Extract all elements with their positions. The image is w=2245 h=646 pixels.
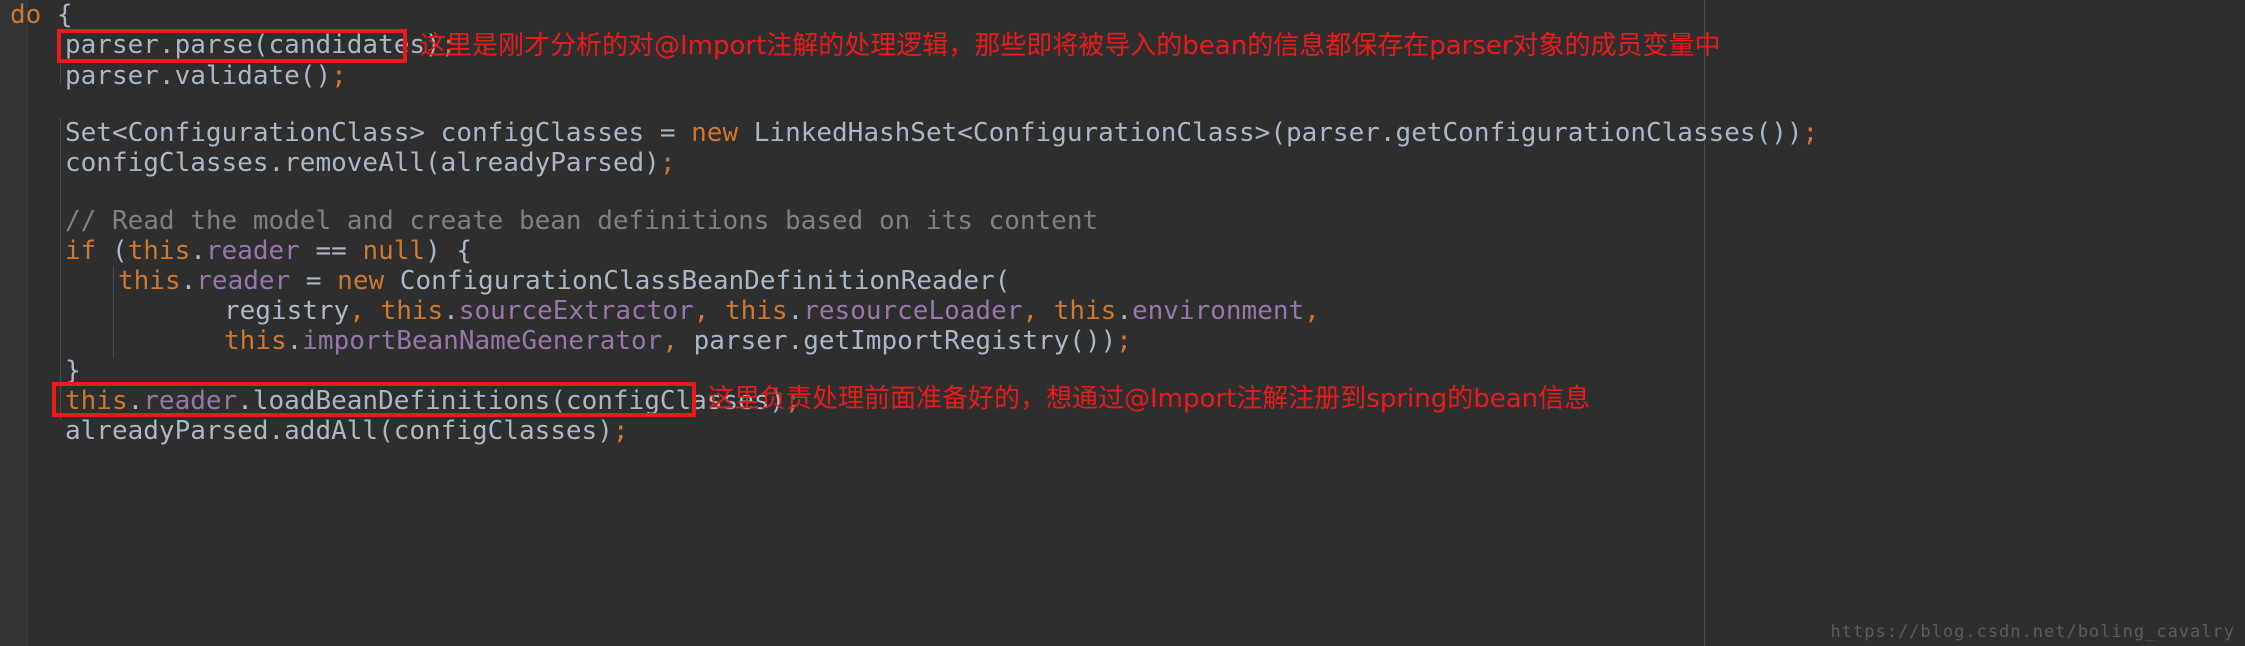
code-token: , bbox=[662, 326, 678, 356]
code-token: new bbox=[337, 266, 385, 296]
code-token: ; bbox=[331, 61, 347, 91]
code-token: . bbox=[443, 296, 459, 326]
code-token: . bbox=[127, 386, 144, 416]
code-token: this bbox=[65, 386, 128, 416]
code-token: . bbox=[158, 30, 175, 60]
code-token: do bbox=[10, 0, 42, 30]
code-token: .loadBeanDefinitions(configClasses) bbox=[237, 386, 786, 416]
code-token: this bbox=[224, 326, 287, 356]
code-token: , bbox=[693, 296, 710, 326]
code-token: // Read the model and create bean defini… bbox=[65, 206, 1099, 236]
code-line[interactable]: parser.parse(candidates); bbox=[0, 30, 456, 60]
code-token: , bbox=[349, 296, 365, 326]
code-token: this bbox=[118, 266, 181, 296]
code-token: this bbox=[724, 296, 788, 326]
code-line[interactable]: parser.validate(); bbox=[0, 61, 347, 91]
code-token: . bbox=[190, 236, 206, 266]
code-line[interactable]: configClasses.removeAll(alreadyParsed); bbox=[0, 148, 675, 178]
code-line[interactable]: if (this.reader == null) { bbox=[0, 236, 472, 266]
code-token: { bbox=[41, 0, 73, 30]
code-token: alreadyParsed.addAll(configClasses) bbox=[65, 416, 613, 446]
code-token: importBeanNameGenerator bbox=[302, 326, 663, 356]
code-token: ConfigurationClassBeanDefinitionReader( bbox=[384, 266, 1011, 296]
code-line[interactable]: this.reader = new ConfigurationClassBean… bbox=[0, 266, 1010, 296]
code-token: null bbox=[362, 236, 426, 266]
code-token: this bbox=[1053, 296, 1117, 326]
code-token: parse bbox=[174, 30, 253, 60]
code-token: . bbox=[286, 326, 303, 356]
code-token: } bbox=[65, 356, 81, 386]
code-line[interactable]: Set<ConfigurationClass> configClasses = … bbox=[0, 118, 1818, 148]
code-text-layer[interactable]: do {parser.parse(candidates); parser.vali… bbox=[0, 0, 2245, 646]
code-editor-screenshot: do {parser.parse(candidates); parser.vali… bbox=[0, 0, 2245, 646]
code-token: if bbox=[65, 236, 97, 266]
code-line[interactable]: this.importBeanNameGenerator, parser.get… bbox=[0, 326, 1132, 356]
code-token: = bbox=[290, 266, 338, 296]
code-token: , bbox=[1022, 296, 1039, 326]
code-token: reader bbox=[143, 386, 238, 416]
code-token: ; bbox=[1802, 118, 1819, 148]
code-token: this bbox=[127, 236, 191, 266]
code-token: parser bbox=[65, 30, 159, 60]
code-token: sourceExtractor bbox=[458, 296, 694, 326]
code-token: . bbox=[1116, 296, 1132, 326]
code-token: configClasses.removeAll(alreadyParsed) bbox=[65, 148, 660, 178]
code-token: ) { bbox=[425, 236, 473, 266]
code-token: (candidates) bbox=[252, 30, 441, 60]
code-token: this bbox=[380, 296, 444, 326]
code-token: reader bbox=[205, 236, 300, 266]
annotation-loadbeandefinitions: 这里负责处理前面准备好的，想通过@Import注解注册到spring的bean信… bbox=[708, 384, 1591, 414]
code-token: resourceLoader bbox=[803, 296, 1023, 326]
code-token: registry bbox=[224, 296, 350, 326]
annotation-parser-parse: 这里是刚才分析的对@Import注解的处理逻辑，那些即将被导入的bean的信息都… bbox=[420, 31, 1721, 61]
code-token: Set<ConfigurationClass> configClasses = bbox=[65, 118, 692, 148]
code-token: parser.getImportRegistry()) bbox=[677, 326, 1117, 356]
code-line[interactable]: this.reader.loadBeanDefinitions(configCl… bbox=[0, 386, 801, 416]
code-token: new bbox=[691, 118, 739, 148]
code-token: . bbox=[787, 296, 804, 326]
code-line[interactable]: // Read the model and create bean defini… bbox=[0, 206, 1098, 236]
code-token: ; bbox=[612, 416, 629, 446]
code-token: parser.validate() bbox=[65, 61, 332, 91]
code-line[interactable]: do { bbox=[0, 0, 73, 30]
code-token: , bbox=[1304, 296, 1320, 326]
code-token: == bbox=[299, 236, 363, 266]
code-token: . bbox=[180, 266, 197, 296]
code-token: reader bbox=[196, 266, 291, 296]
code-line[interactable]: } bbox=[0, 356, 81, 386]
code-line[interactable]: alreadyParsed.addAll(configClasses); bbox=[0, 416, 629, 446]
watermark-url: https://blog.csdn.net/boling_cavalry bbox=[1830, 622, 2235, 642]
code-line[interactable]: registry, this.sourceExtractor, this.res… bbox=[0, 296, 1320, 326]
code-token: LinkedHashSet<ConfigurationClass>(parser… bbox=[738, 118, 1803, 148]
code-token: ( bbox=[96, 236, 128, 266]
code-line[interactable] bbox=[0, 178, 65, 208]
code-token: ; bbox=[659, 148, 676, 178]
code-token: ; bbox=[1116, 326, 1132, 356]
code-token: environment bbox=[1131, 296, 1305, 326]
